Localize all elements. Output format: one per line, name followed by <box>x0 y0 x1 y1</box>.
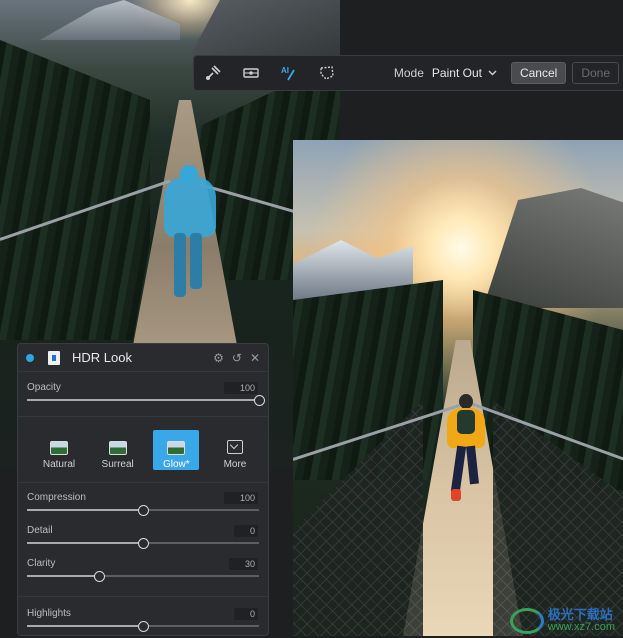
forest-left <box>0 40 150 340</box>
slider-knob[interactable] <box>138 505 149 516</box>
mode-dropdown[interactable]: Paint Out <box>432 66 497 80</box>
done-button[interactable]: Done <box>572 62 619 84</box>
ai-selection-mask <box>160 165 220 305</box>
slider-value[interactable]: 30 <box>228 558 258 570</box>
site-watermark: 极光下载站 www.xz7.com <box>509 607 615 634</box>
mask-select-tool-button[interactable] <box>308 55 346 91</box>
filter-enabled-toggle[interactable] <box>26 353 34 362</box>
preset-thumbnail <box>50 441 68 455</box>
reset-icon[interactable]: ↺ <box>232 351 242 365</box>
preset-label: Natural <box>42 459 76 470</box>
slider-knob[interactable] <box>138 621 149 632</box>
preset-natural[interactable]: Natural <box>36 430 82 470</box>
slider-value[interactable]: 0 <box>233 525 258 537</box>
ai-mask-icon: AI <box>281 66 295 81</box>
ai-mask-tool-button[interactable]: AI <box>270 55 308 91</box>
gradient-icon <box>243 68 259 78</box>
compression-slider[interactable]: Compression 100 <box>18 492 268 522</box>
slider-track[interactable] <box>27 571 259 582</box>
watermark-logo-icon <box>509 608 544 634</box>
slider-label: Opacity <box>27 382 61 393</box>
slider-label: Detail <box>27 525 53 536</box>
preset-thumbnail <box>108 441 127 455</box>
preview-photo <box>293 140 623 636</box>
panel-header: HDR Look ⚙ ↺ ✕ <box>18 344 268 372</box>
brush-icon <box>206 65 221 80</box>
slider-label: Compression <box>27 492 86 503</box>
watermark-url: www.xz7.com <box>547 621 615 633</box>
gear-icon[interactable]: ⚙ <box>213 351 224 365</box>
chevron-down-icon <box>488 70 497 76</box>
slider-value[interactable]: 0 <box>233 608 258 620</box>
preset-surreal[interactable]: Surreal <box>95 430 141 470</box>
highlights-slider[interactable]: Highlights 0 <box>18 608 268 638</box>
slider-label: Clarity <box>27 558 56 569</box>
filter-panel: HDR Look ⚙ ↺ ✕ Opacity 100 Natural Surre… <box>17 343 269 636</box>
preset-list: Natural Surreal Glow* More <box>36 430 258 472</box>
cancel-button[interactable]: Cancel <box>510 62 567 84</box>
svg-text:AI: AI <box>281 66 289 75</box>
slider-track[interactable] <box>27 395 265 406</box>
slider-track[interactable] <box>27 538 259 549</box>
mask-thumbnail-icon[interactable] <box>48 350 60 365</box>
gradient-tool-button[interactable] <box>232 55 270 91</box>
opacity-slider[interactable]: Opacity 100 <box>18 382 268 412</box>
panel-title: HDR Look <box>72 350 132 365</box>
slider-track[interactable] <box>27 621 259 632</box>
rock-mountain <box>483 188 623 308</box>
mask-toolbar: AI Mode Paint Out Cancel Done <box>193 55 623 91</box>
slider-track[interactable] <box>27 505 259 516</box>
more-presets-icon <box>226 440 243 454</box>
mode-label: Mode <box>393 66 424 80</box>
clarity-slider[interactable]: Clarity 30 <box>18 558 268 588</box>
mode-value-text: Paint Out <box>431 66 482 80</box>
preset-label: More <box>223 459 247 470</box>
preset-more[interactable]: More <box>212 430 258 470</box>
detail-slider[interactable]: Detail 0 <box>18 525 268 555</box>
preset-glow[interactable]: Glow* <box>153 430 200 470</box>
close-icon[interactable]: ✕ <box>250 351 260 365</box>
slider-knob[interactable] <box>93 571 105 582</box>
slider-knob[interactable] <box>138 538 149 549</box>
preset-label: Glow* <box>162 459 190 470</box>
preset-label: Surreal <box>101 459 134 470</box>
slider-knob[interactable] <box>254 395 265 406</box>
slider-value[interactable]: 100 <box>223 382 258 394</box>
runner-figure <box>443 394 489 504</box>
brush-tool-button[interactable] <box>194 55 232 91</box>
watermark-title: 极光下载站 <box>547 607 613 622</box>
mountain-background <box>40 0 180 40</box>
slider-value[interactable]: 100 <box>223 492 258 504</box>
slider-label: Highlights <box>27 608 71 619</box>
mask-select-icon <box>320 66 334 80</box>
preset-thumbnail <box>167 441 186 455</box>
